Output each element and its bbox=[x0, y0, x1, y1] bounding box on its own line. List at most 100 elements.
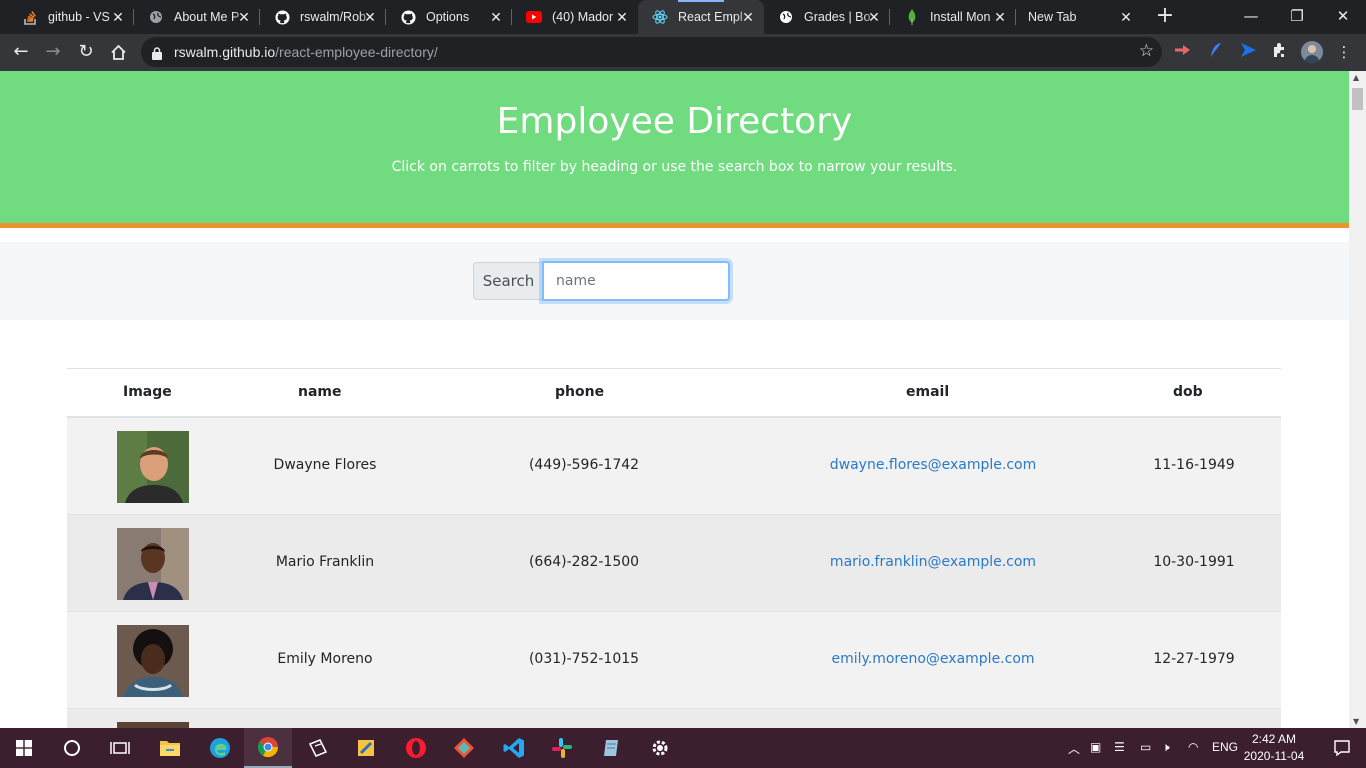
settings-gear-icon[interactable] bbox=[636, 728, 684, 768]
stackoverflow-icon bbox=[22, 9, 38, 25]
employee-table: Image name phone email dob Dwayne Flores… bbox=[67, 368, 1281, 728]
employee-phone: (664)-282-1500 bbox=[528, 554, 640, 570]
close-tab-icon[interactable]: ✕ bbox=[362, 9, 378, 25]
battery-icon[interactable]: ▭ bbox=[1140, 740, 1151, 754]
reload-icon[interactable]: ↻ bbox=[74, 40, 98, 64]
browser-tab[interactable]: Options ✕ bbox=[386, 0, 512, 34]
browser-tab-active[interactable]: React Empl ✕ bbox=[638, 0, 764, 34]
app-yellow-blue-icon[interactable] bbox=[342, 728, 390, 768]
close-tab-icon[interactable]: ✕ bbox=[866, 9, 882, 25]
employee-dob: 12-27-1979 bbox=[1153, 651, 1235, 667]
file-explorer-icon[interactable] bbox=[146, 728, 194, 768]
gitkraken-icon[interactable] bbox=[440, 728, 488, 768]
back-arrow-icon[interactable]: ← bbox=[9, 40, 33, 64]
youtube-icon bbox=[526, 9, 542, 25]
minimize-window-button[interactable]: — bbox=[1228, 0, 1274, 34]
home-icon[interactable] bbox=[106, 40, 130, 64]
extension-red-icon[interactable] bbox=[1173, 42, 1193, 62]
sticky-notes-icon[interactable] bbox=[294, 728, 342, 768]
scroll-down-arrow-icon[interactable]: ▼ bbox=[1353, 717, 1359, 726]
browser-tab-strip: github - VS ✕ About Me P ✕ rswalm/Rob ✕ … bbox=[0, 0, 1366, 34]
new-tab-button[interactable]: + bbox=[1153, 5, 1177, 29]
table-row-partial bbox=[67, 709, 1281, 728]
column-header-dob[interactable]: dob bbox=[1173, 384, 1203, 400]
language-indicator[interactable]: ENG bbox=[1212, 740, 1238, 754]
page-title: Employee Directory bbox=[496, 101, 853, 142]
extension-feather-icon[interactable] bbox=[1206, 42, 1226, 62]
employee-photo bbox=[117, 625, 189, 697]
browser-tab[interactable]: rswalm/Rob ✕ bbox=[260, 0, 386, 34]
address-bar[interactable]: rswalm.github.io/react-employee-director… bbox=[141, 37, 1162, 67]
windows-start-icon[interactable] bbox=[0, 728, 48, 768]
employee-photo bbox=[117, 431, 189, 503]
action-center-icon[interactable] bbox=[1318, 728, 1366, 768]
mongodb-leaf-icon bbox=[904, 9, 920, 25]
employee-email-link[interactable]: dwayne.flores@example.com bbox=[830, 457, 1037, 473]
close-tab-icon[interactable]: ✕ bbox=[614, 9, 630, 25]
employee-dob: 10-30-1991 bbox=[1153, 554, 1235, 570]
extensions-puzzle-icon[interactable] bbox=[1270, 42, 1290, 62]
table-header-row: Image name phone email dob bbox=[67, 368, 1281, 418]
column-header-name[interactable]: name bbox=[298, 384, 342, 400]
opera-icon[interactable] bbox=[392, 728, 440, 768]
search-input[interactable] bbox=[542, 261, 730, 301]
column-header-phone[interactable]: phone bbox=[555, 384, 604, 400]
employee-phone: (031)-752-1015 bbox=[528, 651, 640, 667]
employee-email-link[interactable]: emily.moreno@example.com bbox=[831, 651, 1034, 667]
notes-app-icon[interactable] bbox=[588, 728, 636, 768]
browser-tab[interactable]: Grades | Bo ✕ bbox=[764, 0, 890, 34]
search-circle-icon[interactable] bbox=[48, 728, 96, 768]
extension-play-icon[interactable] bbox=[1238, 42, 1258, 62]
page-viewport: Employee Directory Click on carrots to f… bbox=[0, 71, 1349, 728]
search-section: Search bbox=[0, 242, 1349, 320]
globe-icon bbox=[148, 9, 164, 25]
bookmark-star-icon[interactable]: ☆ bbox=[1139, 41, 1154, 61]
tray-notification-icon[interactable]: ☰ bbox=[1114, 740, 1125, 754]
close-tab-icon[interactable]: ✕ bbox=[1118, 9, 1134, 25]
browser-tab[interactable]: About Me P ✕ bbox=[134, 0, 260, 34]
browser-tab[interactable]: New Tab ✕ bbox=[1016, 0, 1142, 34]
browser-tab[interactable]: github - VS ✕ bbox=[8, 0, 134, 34]
page-header: Employee Directory Click on carrots to f… bbox=[0, 71, 1349, 228]
table-row: Mario Franklin (664)-282-1500 mario.fran… bbox=[67, 515, 1281, 612]
employee-email-link[interactable]: mario.franklin@example.com bbox=[830, 554, 1036, 570]
scroll-up-arrow-icon[interactable]: ▲ bbox=[1353, 73, 1359, 82]
scrollbar-thumb[interactable] bbox=[1352, 88, 1363, 110]
react-icon bbox=[652, 9, 668, 25]
lock-icon bbox=[152, 45, 162, 60]
close-tab-icon[interactable]: ✕ bbox=[740, 9, 756, 25]
column-header-image[interactable]: Image bbox=[123, 384, 172, 400]
tab-title: New Tab bbox=[1028, 10, 1077, 24]
edge-browser-icon[interactable] bbox=[196, 728, 244, 768]
github-icon bbox=[274, 9, 290, 25]
vscode-icon[interactable] bbox=[490, 728, 538, 768]
employee-photo bbox=[117, 528, 189, 600]
close-window-button[interactable]: ✕ bbox=[1320, 0, 1366, 34]
close-tab-icon[interactable]: ✕ bbox=[236, 9, 252, 25]
slack-icon[interactable] bbox=[538, 728, 586, 768]
profile-avatar[interactable] bbox=[1301, 41, 1323, 63]
tray-app-icon[interactable]: ▣ bbox=[1090, 740, 1101, 754]
page-scrollbar[interactable]: ▲ ▼ bbox=[1349, 71, 1366, 728]
employee-phone: (449)-596-1742 bbox=[528, 457, 640, 473]
wifi-icon[interactable]: ◠ bbox=[1188, 740, 1198, 754]
browser-tab[interactable]: (40) Mador ✕ bbox=[512, 0, 638, 34]
close-tab-icon[interactable]: ✕ bbox=[110, 9, 126, 25]
clock-time: 2:42 AM bbox=[1251, 732, 1297, 746]
browser-tab[interactable]: Install Mon ✕ bbox=[890, 0, 1016, 34]
taskbar-clock[interactable]: 2:42 AM 2020-11-04 bbox=[1240, 731, 1308, 765]
chrome-menu-icon[interactable]: ⋮ bbox=[1334, 42, 1354, 62]
close-tab-icon[interactable]: ✕ bbox=[992, 9, 1008, 25]
url-host: rswalm.github.io bbox=[174, 44, 276, 60]
close-tab-icon[interactable]: ✕ bbox=[488, 9, 504, 25]
show-hidden-icons-chevron-icon[interactable]: ︿ bbox=[1068, 740, 1080, 757]
restore-window-button[interactable]: ❐ bbox=[1274, 0, 1320, 34]
globe-icon bbox=[778, 9, 794, 25]
task-view-icon[interactable] bbox=[96, 728, 144, 768]
volume-muted-icon[interactable]: 🕨 bbox=[1162, 740, 1170, 755]
table-row: Emily Moreno (031)-752-1015 emily.moreno… bbox=[67, 612, 1281, 709]
chrome-taskbar-icon[interactable] bbox=[244, 728, 292, 768]
column-header-email[interactable]: email bbox=[906, 384, 949, 400]
clock-date: 2020-11-04 bbox=[1243, 749, 1305, 763]
forward-arrow-icon[interactable]: → bbox=[41, 40, 65, 64]
